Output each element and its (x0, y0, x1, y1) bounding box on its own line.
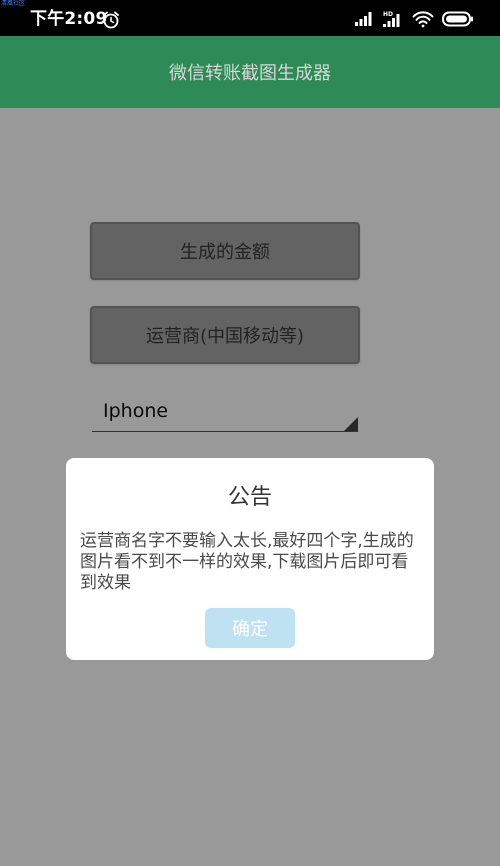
app-title: 微信转账截图生成器 (169, 63, 331, 84)
status-icons: HD (354, 9, 474, 29)
notice-dialog: 公告 运营商名字不要输入太长,最好四个字,生成的图片看不到不一样的效果,下载图片… (66, 458, 434, 660)
app-bar: 微信转账截图生成器 (0, 36, 500, 108)
wifi-icon (412, 11, 434, 28)
status-bar: 清風社区 下午2:09 HD (0, 0, 500, 36)
svg-text:HD: HD (383, 11, 393, 18)
hd-signal-icon: HD (383, 11, 400, 27)
status-time: 下午2:09 (30, 9, 108, 29)
dialog-title: 公告 (227, 485, 272, 510)
dialog-message: 运营商名字不要输入太长,最好四个字,生成的图片看不到不一样的效果,下载图片后即可… (80, 531, 414, 593)
cellular-signal-icon (355, 12, 372, 26)
status-watermark: 清風社区 (1, 0, 26, 7)
battery-icon (442, 11, 473, 27)
alarm-clock-icon (103, 11, 119, 29)
dialog-ok-button[interactable]: 确定 (205, 608, 295, 648)
